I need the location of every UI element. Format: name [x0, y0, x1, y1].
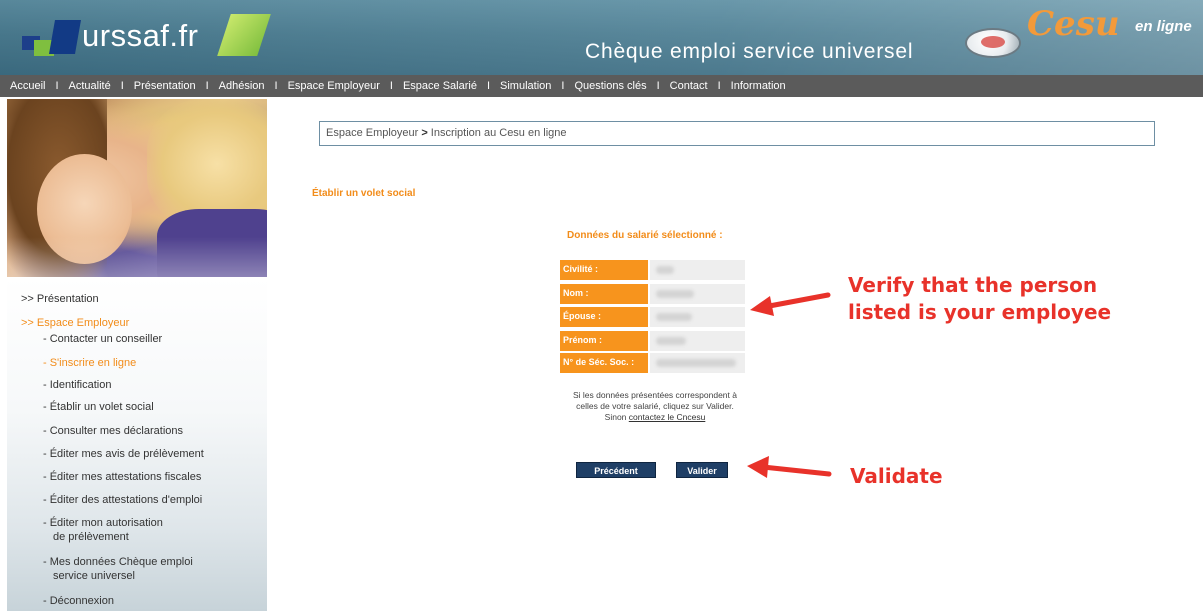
confirm-line-1: Si les données présentées correspondent …: [573, 390, 737, 400]
field-label-epouse: Épouse :: [560, 307, 648, 327]
sidebar-item-volet-social[interactable]: - Établir un volet social: [43, 401, 154, 414]
confirm-line-3: Sinon: [604, 412, 627, 422]
breadcrumb-parent[interactable]: Espace Employeur: [326, 127, 418, 139]
nav-separator: I: [389, 80, 393, 92]
logo-text: urssaf.fr: [82, 18, 199, 53]
nav-separator: I: [486, 80, 491, 92]
sidebar: >> Présentation >> Espace Employeur - Co…: [7, 277, 267, 611]
breadcrumb-current: Inscription au Cesu en ligne: [430, 127, 567, 139]
sidebar-item-sinscrire[interactable]: - S'inscrire en ligne: [43, 357, 136, 370]
field-label-secu: N° de Séc. Soc. :: [560, 353, 648, 373]
confirm-line-2: celles de votre salarié, cliquez sur Val…: [576, 401, 734, 411]
breadcrumb-separator: >: [421, 127, 428, 139]
sidebar-item-attestations-emploi[interactable]: - Éditer des attestations d'emploi: [43, 494, 202, 507]
nav-separator: I: [561, 80, 565, 92]
nav-separator: I: [274, 80, 278, 92]
cesu-brand-word: Cesu: [1027, 4, 1120, 44]
verify-arrow-icon: [750, 292, 831, 316]
nav-separator: I: [205, 80, 209, 92]
nav-espace-employeur[interactable]: Espace Employeur: [288, 80, 380, 92]
sidebar-item-autorisation-prelevement-cont[interactable]: de prélèvement: [53, 531, 129, 544]
nav-actualite[interactable]: Actualité: [69, 80, 111, 92]
sidebar-item-contacter-conseiller[interactable]: - Contacter un conseiller: [43, 333, 162, 346]
field-value-civilite: [650, 260, 745, 280]
field-value-prenom: [650, 331, 745, 351]
nav-separator: I: [656, 80, 660, 92]
nav-simulation[interactable]: Simulation: [500, 80, 551, 92]
nav-accueil[interactable]: Accueil: [10, 80, 45, 92]
site-header: urssaf.fr Chèque emploi service universe…: [0, 0, 1203, 75]
sidebar-item-presentation[interactable]: >> Présentation: [21, 293, 99, 306]
field-value-epouse: [650, 307, 745, 327]
annotation-verify-line-2: listed is your employee: [848, 300, 1112, 324]
field-value-nom: [650, 284, 745, 304]
cesu-mouse-icon: [965, 28, 1021, 58]
sidebar-item-deconnexion[interactable]: - Déconnexion: [43, 595, 114, 608]
sidebar-item-mes-donnees-cont[interactable]: service universel: [53, 570, 135, 583]
main-nav: Accueil I Actualité I Présentation I Adh…: [0, 75, 1203, 97]
confirm-instructions: Si les données présentées correspondent …: [525, 390, 785, 423]
nav-questions-cles[interactable]: Questions clés: [574, 80, 646, 92]
previous-button[interactable]: Précédent: [576, 462, 656, 478]
section-title: Établir un volet social: [312, 188, 416, 199]
nav-information[interactable]: Information: [731, 80, 786, 92]
sidebar-item-autorisation-prelevement[interactable]: - Éditer mon autorisation: [43, 517, 163, 530]
nav-separator: I: [717, 80, 721, 92]
header-tagline: Chèque emploi service universel: [585, 40, 914, 63]
cesu-brand-sub: en ligne: [1135, 18, 1192, 35]
validate-button[interactable]: Valider: [676, 462, 728, 478]
annotation-validate: Validate: [850, 464, 943, 488]
logo-green-slash: [217, 14, 271, 56]
nav-separator: I: [55, 80, 59, 92]
logo-bar: [49, 20, 81, 54]
employee-data-title: Données du salarié sélectionné :: [567, 230, 723, 241]
sidebar-item-consulter-declarations[interactable]: - Consulter mes déclarations: [43, 425, 183, 438]
nav-separator: I: [120, 80, 124, 92]
nav-adhesion[interactable]: Adhésion: [219, 80, 265, 92]
annotation-verify-line-1: Verify that the person: [848, 273, 1098, 297]
sidebar-item-attestations-fiscales[interactable]: - Éditer mes attestations fiscales: [43, 471, 201, 484]
sidebar-item-avis-prelevement[interactable]: - Éditer mes avis de prélèvement: [43, 448, 204, 461]
field-label-civilite: Civilité :: [560, 260, 648, 280]
nav-contact[interactable]: Contact: [670, 80, 708, 92]
urssaf-logo[interactable]: urssaf.fr: [12, 8, 272, 66]
sidebar-item-identification[interactable]: - Identification: [43, 379, 111, 392]
breadcrumb: Espace Employeur > Inscription au Cesu en …: [319, 121, 1155, 146]
sidebar-item-espace-employeur[interactable]: >> Espace Employeur: [21, 317, 129, 330]
contact-cncesu-link[interactable]: contactez le Cncesu: [629, 412, 706, 422]
field-label-prenom: Prénom :: [560, 331, 648, 351]
sidebar-item-mes-donnees[interactable]: - Mes données Chèque emploi: [43, 556, 193, 569]
annotation-verify: Verify that the person listed is your em…: [848, 272, 1111, 326]
cesu-logo: Cesu en ligne: [965, 4, 1200, 66]
field-value-secu: [650, 353, 745, 373]
field-label-nom: Nom :: [560, 284, 648, 304]
nav-presentation[interactable]: Présentation: [134, 80, 196, 92]
nav-espace-salarie[interactable]: Espace Salarié: [403, 80, 477, 92]
validate-arrow-icon: [747, 456, 832, 478]
header-photo: [7, 99, 267, 277]
